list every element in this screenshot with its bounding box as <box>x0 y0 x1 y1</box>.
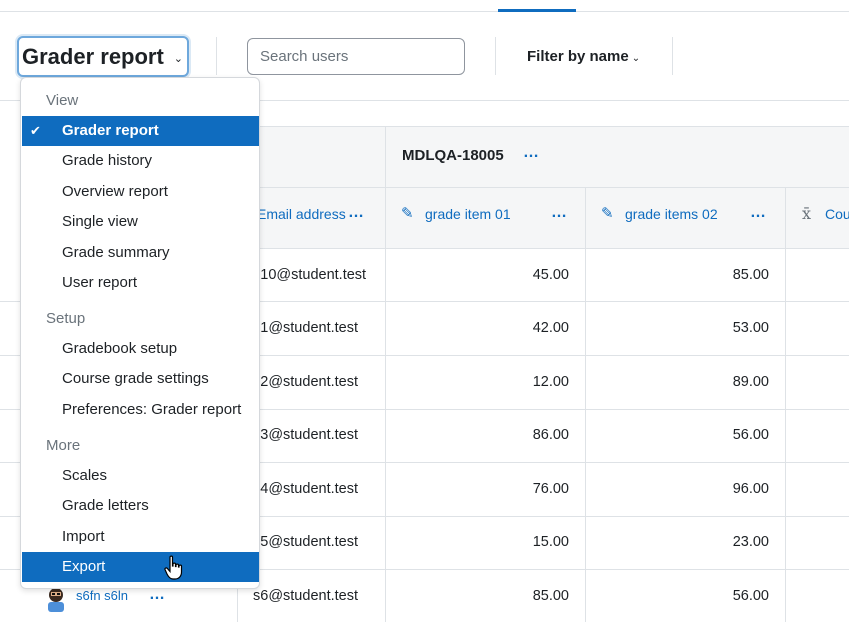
column-grade-items-02-header[interactable]: grade items 02 <box>625 206 718 222</box>
more-actions-icon[interactable]: … <box>750 205 766 221</box>
filter-by-name-label: Filter by name <box>527 48 629 65</box>
menu-item-label: Import <box>62 528 105 545</box>
toolbar-separator <box>495 37 496 75</box>
column-grade-item-01-header[interactable]: grade item 01 <box>425 206 511 222</box>
user-name-link[interactable]: s6fn s6ln <box>76 588 128 603</box>
edit-icon[interactable]: ✎ <box>401 204 414 222</box>
grade-cell[interactable]: 76.00 <box>386 481 569 497</box>
chevron-down-icon: ⌄ <box>173 53 183 65</box>
grade-cell[interactable]: 56.00 <box>586 427 769 443</box>
menu-item-label: Scales <box>62 467 108 484</box>
course-header: MDLQA-18005 <box>402 147 504 164</box>
menu-item-grade-letters[interactable]: Grade letters <box>22 491 259 521</box>
menu-item-label: Course grade settings <box>62 370 209 387</box>
grade-cell[interactable]: 86.00 <box>386 427 569 443</box>
menu-item-import[interactable]: Import <box>22 522 259 552</box>
menu-item-gradebook-setup[interactable]: Gradebook setup <box>22 334 259 364</box>
grade-cell[interactable]: 89.00 <box>586 374 769 390</box>
menu-heading-setup: Setup <box>46 310 86 327</box>
menu-item-label: Overview report <box>62 183 168 200</box>
menu-item-grader-report[interactable]: ✔ Grader report <box>22 116 259 146</box>
more-actions-icon[interactable]: … <box>551 205 567 221</box>
mean-icon: x̄ <box>802 204 812 223</box>
grade-cell[interactable]: 85.00 <box>386 588 569 604</box>
filter-by-name-button[interactable]: Filter by name ⌄ <box>527 48 640 65</box>
menu-item-label: Grade summary <box>62 244 170 261</box>
toolbar-separator <box>672 37 673 75</box>
menu-item-single-view[interactable]: Single view <box>22 207 259 237</box>
search-users-input[interactable] <box>247 38 465 75</box>
more-actions-icon[interactable]: … <box>523 145 539 161</box>
menu-item-label: Single view <box>62 213 138 230</box>
column-course-total-header[interactable]: Cou <box>825 206 849 222</box>
menu-item-overview-report[interactable]: Overview report <box>22 177 259 207</box>
menu-item-label: Export <box>62 558 106 575</box>
grade-cell[interactable]: 15.00 <box>386 534 569 550</box>
report-selector[interactable]: Grader report ⌄ <box>17 36 189 77</box>
menu-item-user-report[interactable]: User report <box>22 268 259 298</box>
menu-item-export[interactable]: Export <box>22 552 259 582</box>
grade-cell[interactable]: 42.00 <box>386 320 569 336</box>
menu-item-preferences-grader-report[interactable]: Preferences: Grader report <box>22 395 259 425</box>
menu-item-label: Grade history <box>62 152 153 169</box>
course-header-row <box>237 126 849 188</box>
menu-item-label: User report <box>62 274 138 291</box>
menu-heading-view: View <box>46 92 79 109</box>
edit-icon[interactable]: ✎ <box>601 204 614 222</box>
grade-cell[interactable]: 53.00 <box>586 320 769 336</box>
menu-item-label: Grade letters <box>62 497 149 514</box>
grade-cell[interactable]: 56.00 <box>586 588 769 604</box>
email-cell: s6@student.test <box>253 588 358 604</box>
menu-item-course-grade-settings[interactable]: Course grade settings <box>22 364 259 394</box>
report-selector-label: Grader report <box>22 43 164 69</box>
grade-cell[interactable]: 45.00 <box>386 267 569 283</box>
column-email-header[interactable]: Email address <box>257 206 346 222</box>
grade-cell[interactable]: 23.00 <box>586 534 769 550</box>
chevron-down-icon: ⌄ <box>631 53 641 64</box>
hand-cursor-icon <box>164 555 183 580</box>
grade-cell[interactable]: 85.00 <box>586 267 769 283</box>
menu-item-grade-summary[interactable]: Grade summary <box>22 238 259 268</box>
menu-item-grade-history[interactable]: Grade history <box>22 146 259 176</box>
check-icon: ✔ <box>30 123 41 138</box>
menu-item-label: Grader report <box>62 122 159 139</box>
more-actions-icon[interactable]: … <box>149 587 165 603</box>
grade-cell[interactable]: 12.00 <box>386 374 569 390</box>
report-menu-dropdown: View ✔ Grader report Grade history Overv… <box>20 77 260 589</box>
more-actions-icon[interactable]: … <box>348 205 364 221</box>
toolbar-separator <box>216 37 217 75</box>
menu-item-scales[interactable]: Scales <box>22 461 259 491</box>
menu-heading-more: More <box>46 437 81 454</box>
menu-item-label: Preferences: Grader report <box>62 401 242 418</box>
menu-item-label: Gradebook setup <box>62 340 178 357</box>
grade-cell[interactable]: 96.00 <box>586 481 769 497</box>
